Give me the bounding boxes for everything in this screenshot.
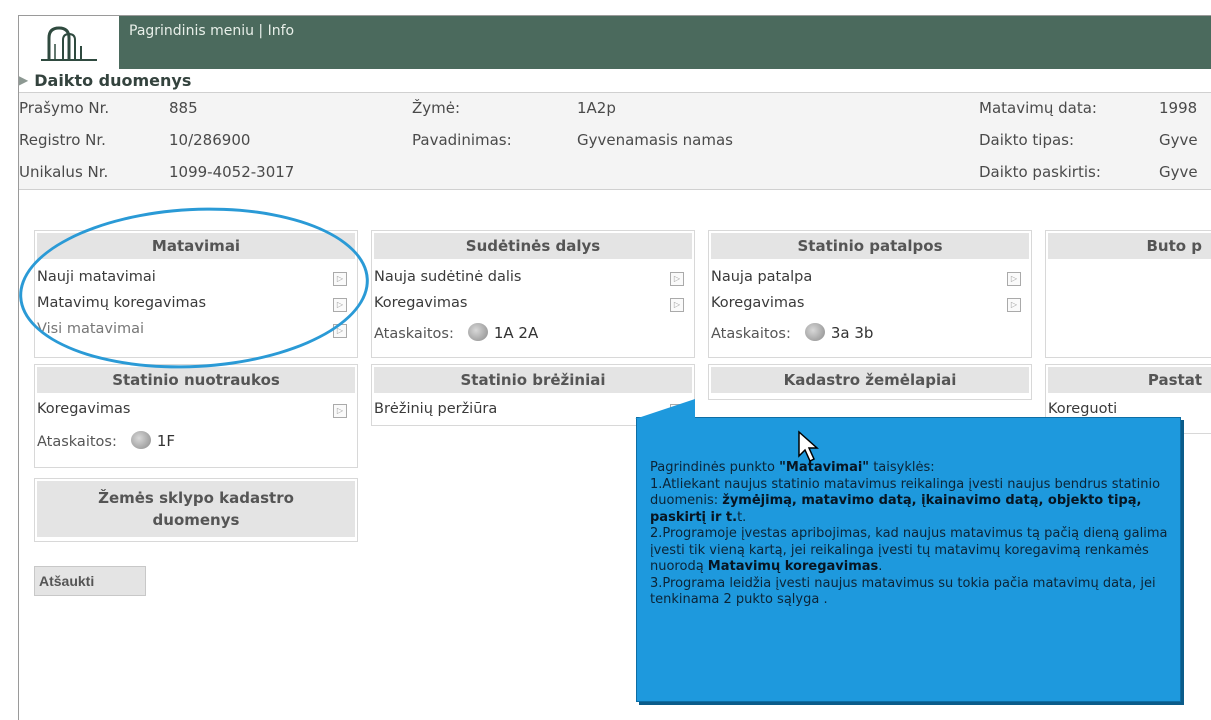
report-codes[interactable]: 1A 2A: [494, 324, 538, 342]
registry-no-value: 10/286900: [169, 131, 251, 149]
panel-components-title: Sudėtinės dalys: [374, 233, 692, 259]
arrow-right-icon[interactable]: ▷: [1007, 298, 1021, 312]
purpose-value: Gyve: [1159, 163, 1198, 181]
panel-components: Sudėtinės dalys Nauja sudėtinė dalis ▷ K…: [371, 230, 695, 358]
panel-cadastre-maps[interactable]: Kadastro žemėlapiai: [708, 364, 1032, 400]
purpose-label: Daikto paskirtis:: [979, 163, 1101, 181]
object-info: Prašymo Nr. 885 Registro Nr. 10/286900 U…: [19, 92, 1211, 190]
panel-photos-title: Statinio nuotraukos: [37, 367, 355, 393]
mark-value: 1A2p: [577, 99, 616, 117]
name-value: Gyvenamasis namas: [577, 131, 733, 149]
tooltip-rule1-end: t.: [737, 509, 747, 525]
premises-edit-link[interactable]: Koregavimas ▷: [711, 295, 1021, 317]
tooltip-rule2-bold: Matavimų koregavimas: [707, 559, 879, 574]
top-menu: Pagrindinis meniu | Info: [129, 23, 294, 39]
tooltip-line1: Pagrindinės punkto: [650, 460, 780, 475]
row-label: Koregavimas: [374, 295, 468, 311]
new-premise-link[interactable]: Nauja patalpa ▷: [711, 269, 1021, 291]
cancel-button[interactable]: Atšaukti: [34, 566, 146, 596]
mouse-cursor-icon: [798, 430, 819, 463]
request-no-label: Prašymo Nr.: [19, 99, 110, 117]
panel-premises: Statinio patalpos Nauja patalpa ▷ Korega…: [708, 230, 1032, 358]
name-label: Pavadinimas:: [412, 131, 512, 149]
panel-building-title: Pastat: [1048, 367, 1211, 393]
arrow-right-icon[interactable]: ▷: [333, 404, 347, 418]
panel-premises-title: Statinio patalpos: [711, 233, 1029, 259]
tooltip-line1-end: taisyklės:: [869, 460, 935, 475]
land-plot-title-line2: duomenys: [152, 511, 240, 529]
row-label: Koregavimas: [711, 295, 805, 311]
report-gem-icon[interactable]: [467, 323, 488, 341]
components-edit-link[interactable]: Koregavimas ▷: [374, 295, 684, 317]
request-no-value: 885: [169, 99, 198, 117]
row-label: Brėžinių peržiūra: [374, 401, 498, 417]
tooltip-line1-bold: "Matavimai": [779, 460, 870, 475]
tooltip-pointer: [635, 399, 695, 419]
land-plot-title-line1: Žemės sklypo kadastro: [98, 489, 294, 507]
report-codes[interactable]: 1F: [157, 432, 175, 450]
row-label: Nauja sudėtinė dalis: [374, 269, 522, 285]
panel-land-plot[interactable]: Žemės sklypo kadastro duomenys: [34, 478, 358, 542]
arrow-right-icon[interactable]: ▷: [670, 272, 684, 286]
measure-date-value: 1998: [1159, 99, 1198, 117]
top-header: Pagrindinis meniu | Info: [19, 16, 1211, 69]
arrow-right-icon[interactable]: ▷: [670, 298, 684, 312]
panel-cadastre-maps-title: Kadastro žemėlapiai: [711, 367, 1029, 393]
tooltip-rule3: 3.Programa leidžia įvesti naujus matavim…: [650, 575, 1156, 608]
type-value: Gyve: [1159, 131, 1198, 149]
report-gem-icon[interactable]: [804, 323, 825, 341]
new-component-link[interactable]: Nauja sudėtinė dalis ▷: [374, 269, 684, 291]
measure-date-label: Matavimų data:: [979, 99, 1097, 117]
triangle-right-icon: ▶: [19, 73, 29, 87]
report-codes[interactable]: 3a 3b: [831, 324, 874, 342]
panel-apartment: Buto p: [1045, 230, 1211, 358]
unique-no-value: 1099-4052-3017: [169, 163, 295, 181]
report-gem-icon[interactable]: [130, 431, 151, 449]
components-reports: Ataskaitos: 1A 2A: [374, 323, 538, 347]
panel-land-plot-title: Žemės sklypo kadastro duomenys: [37, 481, 355, 537]
tooltip-rule2-end: .: [878, 559, 883, 574]
row-label: Koregavimas: [37, 401, 131, 417]
building-logo-icon: [41, 26, 97, 61]
registry-no-label: Registro Nr.: [19, 131, 106, 149]
mark-label: Žymė:: [412, 99, 461, 117]
panel-photos: Statinio nuotraukos Koregavimas ▷ Ataska…: [34, 364, 358, 468]
logo: [19, 16, 119, 69]
menu-separator: |: [258, 23, 264, 39]
panel-drawings-title: Statinio brėžiniai: [374, 367, 692, 393]
arrow-right-icon[interactable]: ▷: [1007, 272, 1021, 286]
reports-label: Ataskaitos:: [374, 326, 454, 342]
menu-info-link[interactable]: Info: [268, 23, 295, 39]
section-title-text: Daikto duomenys: [34, 71, 192, 90]
section-title: ▶ Daikto duomenys: [19, 71, 191, 93]
menu-main-link[interactable]: Pagrindinis meniu: [129, 23, 254, 39]
panel-apartment-title: Buto p: [1048, 233, 1211, 259]
unique-no-label: Unikalus Nr.: [19, 163, 109, 181]
photos-reports: Ataskaitos: 1F: [37, 431, 175, 455]
rules-tooltip: Pagrindinės punkto "Matavimai" taisyklės…: [635, 399, 1181, 702]
type-label: Daikto tipas:: [979, 131, 1075, 149]
reports-label: Ataskaitos:: [37, 434, 117, 450]
row-label: Nauja patalpa: [711, 269, 813, 285]
tooltip-text: Pagrindinės punkto "Matavimai" taisyklės…: [650, 460, 1170, 609]
tooltip-rule1-bold: žymėjimą, matavimo datą, įkainavimo datą…: [650, 493, 1142, 525]
reports-label: Ataskaitos:: [711, 326, 791, 342]
premises-reports: Ataskaitos: 3a 3b: [711, 323, 873, 347]
row-label: Koreguoti: [1048, 401, 1118, 417]
photos-edit-link[interactable]: Koregavimas ▷: [37, 401, 347, 423]
